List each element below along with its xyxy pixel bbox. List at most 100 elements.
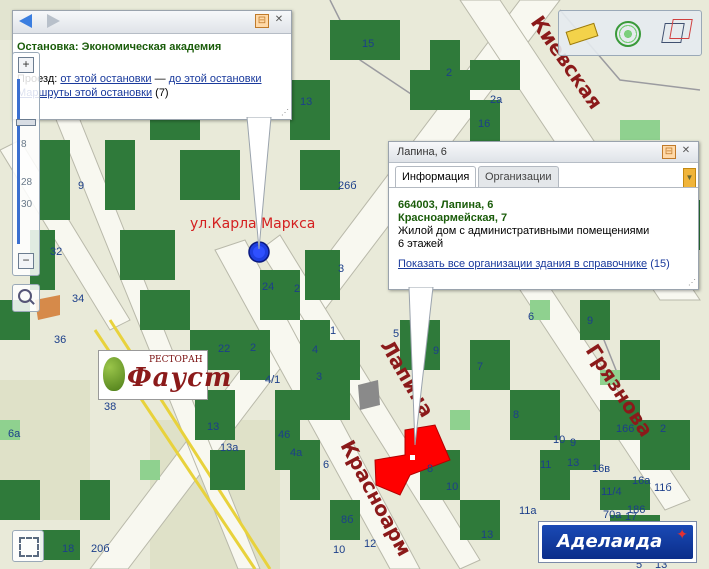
house-number: 4 bbox=[312, 344, 318, 356]
from-stop-link[interactable]: от этой остановки bbox=[60, 73, 151, 85]
stop-popup-resize-grip[interactable]: ⋰ bbox=[281, 108, 289, 117]
building-popup: Лапина, 6 ⊟ ✕ Информация Организации ▼ 6… bbox=[388, 141, 699, 290]
house-number: 13 bbox=[207, 421, 219, 433]
house-number: 16 bbox=[478, 118, 490, 130]
house-number: 13 bbox=[300, 96, 312, 108]
restaurant-grapes-icon bbox=[103, 357, 125, 391]
house-number: 8 bbox=[513, 409, 519, 421]
house-number: 3 bbox=[316, 371, 322, 383]
close-icon[interactable]: ✕ bbox=[680, 145, 692, 157]
zoom-in-button[interactable]: + bbox=[18, 57, 34, 73]
zoom-out-button[interactable]: − bbox=[18, 253, 34, 269]
house-number: 22 bbox=[218, 343, 230, 355]
building-description: Жилой дом с административными помещениям… bbox=[398, 225, 650, 237]
house-number: 2 bbox=[446, 67, 452, 79]
house-number: 10 bbox=[333, 544, 345, 556]
house-number: 32 bbox=[50, 246, 62, 258]
building-address-1: 664003, Лапина, 6 bbox=[398, 199, 494, 211]
fullscreen-tool-button[interactable] bbox=[12, 530, 44, 562]
house-number: 16в bbox=[592, 463, 610, 475]
house-number: 12 bbox=[364, 538, 376, 550]
zoom-slider-handle[interactable] bbox=[16, 119, 36, 126]
house-number: 11а bbox=[519, 505, 537, 517]
zoom-tick-label: 28 bbox=[21, 177, 33, 188]
house-number: 2 bbox=[250, 342, 256, 354]
adelaida-logo[interactable]: Аделаида ✦ bbox=[538, 521, 697, 563]
house-number: 20б bbox=[91, 543, 110, 555]
house-number: 8 bbox=[427, 463, 433, 475]
house-number: 10 bbox=[553, 434, 565, 446]
house-number: 18 bbox=[62, 543, 74, 555]
house-number: 26б bbox=[338, 180, 357, 192]
3d-tool-button[interactable] bbox=[659, 19, 693, 47]
house-number: 13 bbox=[567, 457, 579, 469]
house-number: 166 bbox=[616, 423, 634, 435]
house-number: 16а bbox=[632, 475, 651, 487]
house-number: 2 bbox=[294, 283, 300, 295]
house-number: 34 bbox=[72, 293, 84, 305]
radar-icon bbox=[615, 21, 641, 47]
building-floors: 6 этажей bbox=[398, 238, 444, 250]
magnifier-tool-button[interactable] bbox=[12, 284, 40, 312]
tab-organizations[interactable]: Организации bbox=[478, 166, 559, 187]
expand-arrows-icon bbox=[19, 537, 39, 557]
house-number: 11 bbox=[540, 459, 551, 471]
stop-popup: ⊟ ✕ Остановка: Экономическая академия Пр… bbox=[12, 10, 292, 120]
tabs-dropdown-icon[interactable]: ▼ bbox=[683, 168, 696, 188]
ruler-icon bbox=[565, 22, 599, 46]
house-number: 24 bbox=[262, 281, 274, 293]
house-number: 8б bbox=[341, 514, 353, 526]
house-number: 9 bbox=[587, 315, 593, 327]
map-tools-panel bbox=[558, 10, 702, 56]
house-number: 10 bbox=[446, 481, 458, 493]
organizations-count: (15) bbox=[650, 258, 670, 270]
house-number: 11б bbox=[654, 482, 672, 494]
house-number: 15 bbox=[362, 38, 374, 50]
house-number: 9 bbox=[570, 437, 576, 449]
building-popup-titlebar: Лапина, 6 ⊟ ✕ bbox=[389, 142, 698, 163]
logo-text: Аделаида bbox=[557, 531, 663, 552]
house-number: 1 bbox=[330, 325, 336, 337]
house-number: 46 bbox=[278, 429, 290, 441]
stop-routes-count: (7) bbox=[155, 87, 169, 99]
house-number: 6а bbox=[8, 428, 21, 440]
zoom-tick-label: 8 bbox=[21, 139, 27, 150]
building-popup-pointer bbox=[408, 287, 434, 446]
zoom-tick-label: 30 bbox=[21, 199, 33, 210]
building-address-2: Красноармейская, 7 bbox=[398, 212, 508, 224]
pin-icon[interactable]: ⊟ bbox=[662, 145, 676, 159]
restaurant-sign[interactable]: РЕСТОРАН Фауст bbox=[98, 350, 231, 400]
house-number: 2а bbox=[490, 94, 503, 106]
house-number: 5 bbox=[393, 328, 399, 340]
zoom-slider-track[interactable] bbox=[17, 79, 20, 244]
restaurant-name: Фауст bbox=[127, 363, 233, 393]
to-stop-link[interactable]: до этой остановки bbox=[169, 73, 262, 85]
zoom-control: + 8 28 30 − bbox=[12, 52, 40, 276]
logo-star-icon: ✦ bbox=[676, 526, 688, 542]
building-popup-resize-grip[interactable]: ⋰ bbox=[688, 278, 696, 287]
radar-tool-button[interactable] bbox=[613, 19, 641, 47]
house-number: 13а bbox=[220, 442, 239, 454]
house-number: 6 bbox=[528, 311, 534, 323]
stop-popup-pointer bbox=[246, 117, 272, 250]
house-number: 70а bbox=[603, 509, 622, 521]
back-arrow-icon[interactable] bbox=[19, 14, 32, 28]
house-number: 7 bbox=[477, 361, 483, 373]
house-number: 9 bbox=[78, 180, 84, 192]
forward-arrow-icon[interactable] bbox=[47, 14, 60, 28]
stop-popup-title: Остановка: Экономическая академия bbox=[17, 41, 222, 53]
show-organizations-link[interactable]: Показать все организации здания в справо… bbox=[398, 258, 647, 270]
tab-information[interactable]: Информация bbox=[395, 166, 477, 187]
house-number: 11/4 bbox=[601, 486, 622, 498]
pin-icon[interactable]: ⊟ bbox=[255, 14, 269, 28]
house-number: 6 bbox=[323, 459, 329, 471]
stop-popup-titlebar: ⊟ ✕ bbox=[13, 11, 291, 34]
ruler-tool-button[interactable] bbox=[565, 19, 599, 47]
building-popup-title: Лапина, 6 bbox=[397, 146, 447, 158]
house-number: 38 bbox=[104, 401, 116, 413]
house-number: 3 bbox=[338, 263, 344, 275]
house-number: 4/1 bbox=[265, 374, 280, 386]
close-icon[interactable]: ✕ bbox=[273, 14, 285, 26]
route-sep: — bbox=[154, 73, 166, 85]
house-number: 2 bbox=[660, 423, 666, 435]
